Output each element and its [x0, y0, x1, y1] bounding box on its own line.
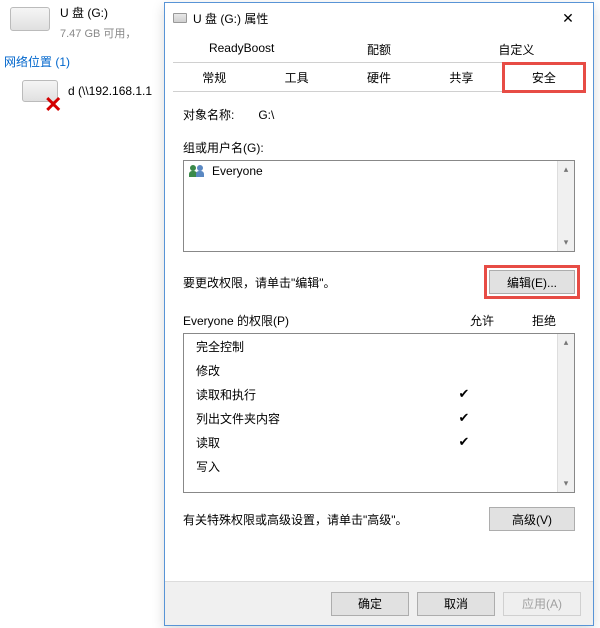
- tab-常规[interactable]: 常规: [173, 63, 255, 92]
- permission-name: 读取和执行: [196, 386, 433, 403]
- security-panel: 对象名称: G:\ 组或用户名(G): Everyone ▴ ▾ 要更改权限，请…: [165, 92, 593, 545]
- tab-共享[interactable]: 共享: [420, 63, 502, 92]
- list-item[interactable]: Everyone: [184, 161, 574, 181]
- drive-icon: [10, 7, 50, 31]
- permission-name: 完全控制: [196, 338, 433, 355]
- drive-small-icon: [173, 13, 187, 23]
- tab-自定义[interactable]: 自定义: [448, 35, 585, 63]
- scroll-up-icon[interactable]: ▴: [558, 161, 574, 178]
- tabs: ReadyBoost配额自定义 常规工具硬件共享安全: [165, 33, 593, 92]
- permission-allow: ✔: [433, 386, 495, 402]
- object-name-value: G:\: [258, 108, 274, 122]
- permission-name: 写入: [196, 458, 433, 475]
- permission-name: 列出文件夹内容: [196, 410, 433, 427]
- permission-row: 完全控制: [184, 334, 557, 358]
- permission-row: 读取✔: [184, 430, 557, 454]
- tab-工具[interactable]: 工具: [255, 63, 337, 92]
- dialog-footer: 确定 取消 应用(A): [165, 581, 593, 625]
- scrollbar[interactable]: ▴ ▾: [557, 161, 574, 251]
- permission-allow: ✔: [433, 434, 495, 450]
- permission-row: 修改: [184, 358, 557, 382]
- properties-dialog: U 盘 (G:) 属性 ✕ ReadyBoost配额自定义 常规工具硬件共享安全…: [164, 2, 594, 626]
- group-icon: [190, 165, 206, 177]
- permission-name: 修改: [196, 362, 433, 379]
- permission-row: 读取和执行✔: [184, 382, 557, 406]
- scroll-down-icon[interactable]: ▾: [558, 475, 574, 492]
- titlebar: U 盘 (G:) 属性 ✕: [165, 3, 593, 33]
- permission-allow: ✔: [433, 410, 495, 426]
- edit-hint: 要更改权限，请单击"编辑"。: [183, 274, 336, 291]
- edit-button[interactable]: 编辑(E)...: [489, 270, 575, 294]
- tab-readyboost[interactable]: ReadyBoost: [173, 35, 310, 63]
- disconnected-x-icon: ✕: [44, 92, 62, 118]
- list-item-label: Everyone: [212, 164, 263, 178]
- close-button[interactable]: ✕: [547, 7, 589, 29]
- permission-row: 写入: [184, 454, 557, 478]
- scroll-down-icon[interactable]: ▾: [558, 234, 574, 251]
- network-title: d (\\192.168.1.1: [68, 84, 152, 98]
- col-allow: 允许: [451, 312, 513, 329]
- apply-button[interactable]: 应用(A): [503, 592, 581, 616]
- tab-配额[interactable]: 配额: [310, 35, 447, 63]
- tab-硬件[interactable]: 硬件: [338, 63, 420, 92]
- scrollbar[interactable]: ▴ ▾: [557, 334, 574, 492]
- titlebar-text: U 盘 (G:) 属性: [193, 10, 547, 27]
- cancel-button[interactable]: 取消: [417, 592, 495, 616]
- tab-安全[interactable]: 安全: [503, 63, 585, 92]
- perm-title: Everyone 的权限(P): [183, 312, 451, 329]
- group-users-label: 组或用户名(G):: [183, 139, 575, 156]
- advanced-button[interactable]: 高级(V): [489, 507, 575, 531]
- advanced-hint: 有关特殊权限或高级设置，请单击"高级"。: [183, 511, 408, 528]
- scroll-up-icon[interactable]: ▴: [558, 334, 574, 351]
- permission-name: 读取: [196, 434, 433, 451]
- permissions-list: 完全控制修改读取和执行✔列出文件夹内容✔读取✔写入 ▴ ▾: [183, 333, 575, 493]
- col-deny: 拒绝: [513, 312, 575, 329]
- ok-button[interactable]: 确定: [331, 592, 409, 616]
- object-name-label: 对象名称:: [183, 106, 234, 123]
- permission-row: 列出文件夹内容✔: [184, 406, 557, 430]
- group-users-list[interactable]: Everyone ▴ ▾: [183, 160, 575, 252]
